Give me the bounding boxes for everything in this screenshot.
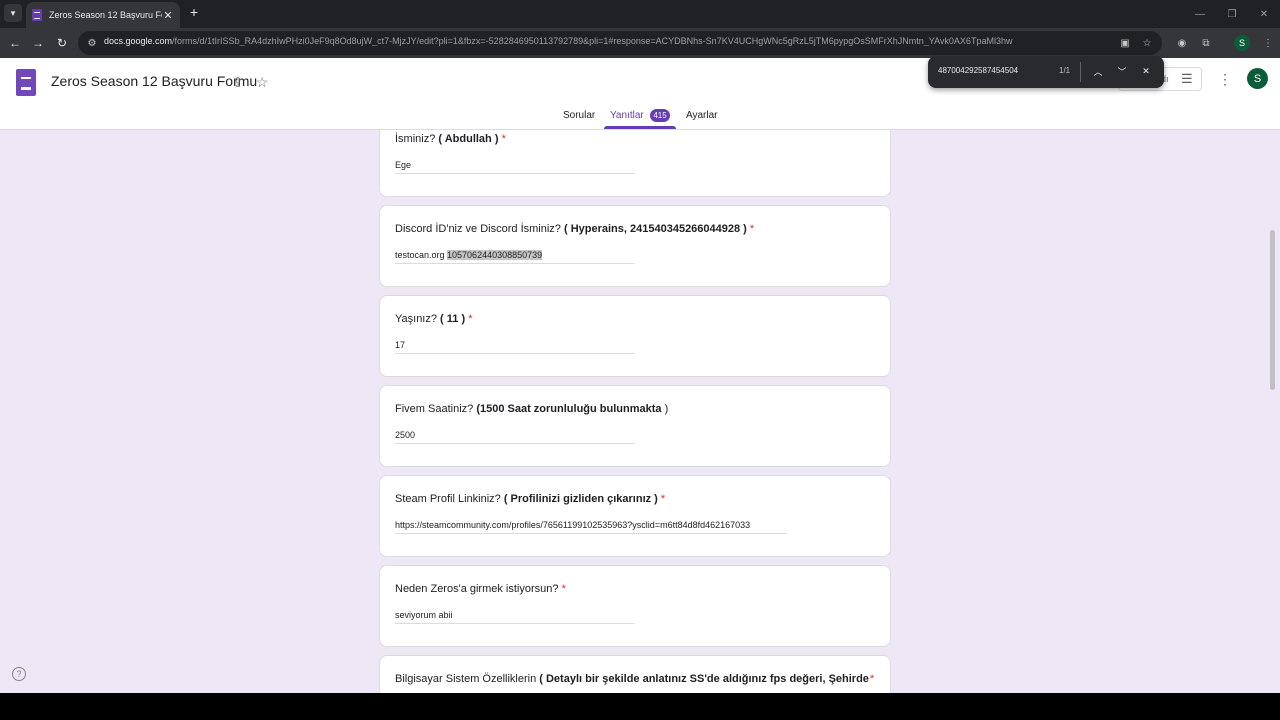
question-card: Neden Zeros'a girmek istiyorsun? * seviy… xyxy=(379,565,891,647)
answer-text: https://steamcommunity.com/profiles/7656… xyxy=(395,520,751,530)
question-label: Yaşınız? ( 11 ) * xyxy=(395,313,473,325)
forms-logo[interactable] xyxy=(16,69,36,96)
tab-title: Zeros Season 12 Başvuru Formu xyxy=(49,10,162,20)
question-label: Bilgisayar Sistem Özelliklerin ( Detaylı… xyxy=(395,673,869,685)
restore-icon[interactable]: ❐ xyxy=(1216,0,1248,28)
page-action-icon[interactable]: ▣ xyxy=(1118,36,1132,50)
avatar[interactable]: S xyxy=(1247,68,1268,89)
responses-area: İsminiz? ( Abdullah ) * Ege Discord İD'n… xyxy=(0,130,1280,693)
answer-text: seviyorum abii xyxy=(395,610,453,620)
question-label: Steam Profil Linkiniz? ( Profilinizi giz… xyxy=(395,493,666,505)
reload-icon[interactable]: ↻ xyxy=(53,34,71,52)
required-marker: * xyxy=(870,673,875,685)
puzzle-icon[interactable]: ⧉ xyxy=(1198,35,1214,51)
add-to-drive-icon[interactable]: ⇪ xyxy=(229,73,247,91)
answer-underline xyxy=(395,443,635,444)
tab-list-icon[interactable]: ▾ xyxy=(4,4,22,22)
browser-menu-icon[interactable]: ⋮ xyxy=(1260,35,1276,51)
responses-count-badge: 415 xyxy=(650,109,670,122)
find-count: 1/1 xyxy=(1059,66,1071,75)
question-card: Yaşınız? ( 11 ) * 17 xyxy=(379,295,891,377)
answer-underline xyxy=(395,533,787,534)
question-card: İsminiz? ( Abdullah ) * Ege xyxy=(379,130,891,197)
active-tab-indicator xyxy=(604,126,676,129)
question-label: Neden Zeros'a girmek istiyorsun? * xyxy=(395,583,566,595)
question-card: Steam Profil Linkiniz? ( Profilinizi giz… xyxy=(379,475,891,557)
close-icon[interactable]: ✕ xyxy=(162,9,174,22)
window-controls: — ❐ ✕ xyxy=(1184,0,1280,28)
bottom-black-bar xyxy=(0,693,1280,720)
browser-tab[interactable]: Zeros Season 12 Başvuru Formu ✕ xyxy=(26,2,180,28)
back-icon[interactable]: ← xyxy=(6,34,24,52)
screen: ▾ Zeros Season 12 Başvuru Formu ✕ + — ❐ … xyxy=(0,0,1280,720)
answer-underline xyxy=(395,173,635,174)
help-icon[interactable]: ? xyxy=(12,667,26,681)
forward-icon[interactable]: → xyxy=(29,34,47,52)
profile-avatar[interactable]: S xyxy=(1234,35,1250,51)
find-bar: 487004292587454504 1/1 ︿ ﹀ ✕ xyxy=(928,56,1164,88)
forms-favicon xyxy=(32,9,42,21)
chevron-down-icon[interactable]: ﹀ xyxy=(1115,64,1129,78)
question-label: Discord İD'niz ve Discord İsminiz? ( Hyp… xyxy=(395,223,755,235)
scrollbar[interactable] xyxy=(1270,230,1275,390)
tab-responses[interactable]: Yanıtlar xyxy=(610,110,644,121)
find-input[interactable]: 487004292587454504 xyxy=(938,66,1018,75)
answer-underline xyxy=(395,623,635,624)
browser-toolbar: ← → ↻ ⚙ docs.google.com/forms/d/1tIrISSb… xyxy=(0,28,1280,58)
find-divider xyxy=(1080,62,1081,82)
minimize-icon[interactable]: — xyxy=(1184,0,1216,28)
site-info-icon[interactable]: ⚙ xyxy=(86,37,98,49)
answer-text: 17 xyxy=(395,340,406,350)
star-icon[interactable]: ☆ xyxy=(253,73,271,91)
answer-text: 2500 xyxy=(395,430,416,440)
chevron-up-icon[interactable]: ︿ xyxy=(1091,64,1105,78)
question-label: Fivem Saatiniz? (1500 Saat zorunluluğu b… xyxy=(395,403,669,415)
extension-icon[interactable]: ◉ xyxy=(1174,35,1190,51)
form-tabs: Sorular Yanıtlar 415 Ayarlar xyxy=(0,100,1280,130)
tab-settings[interactable]: Ayarlar xyxy=(686,110,718,121)
url-text: docs.google.com/forms/d/1tIrISSb_RA4dzhI… xyxy=(104,36,1013,46)
question-card: Bilgisayar Sistem Özelliklerin ( Detaylı… xyxy=(379,655,891,693)
form-title[interactable]: Zeros Season 12 Başvuru Formu xyxy=(51,73,257,89)
find-highlight: 1057062440308850739 xyxy=(447,250,543,260)
question-label: İsminiz? ( Abdullah ) * xyxy=(395,133,506,145)
address-bar[interactable]: ⚙ docs.google.com/forms/d/1tIrISSb_RA4dz… xyxy=(78,31,1162,55)
answer-underline xyxy=(395,353,635,354)
tune-icon: ☰ xyxy=(1181,71,1193,86)
close-icon[interactable]: ✕ xyxy=(1139,64,1153,78)
answer-underline xyxy=(395,263,635,264)
bookmark-star-icon[interactable]: ☆ xyxy=(1140,36,1154,50)
answer-text: Ege xyxy=(395,160,412,170)
plus-icon[interactable]: + xyxy=(186,4,202,20)
window-close-icon[interactable]: ✕ xyxy=(1248,0,1280,28)
question-card: Discord İD'niz ve Discord İsminiz? ( Hyp… xyxy=(379,205,891,287)
question-card: Fivem Saatiniz? (1500 Saat zorunluluğu b… xyxy=(379,385,891,467)
browser-tabstrip: ▾ Zeros Season 12 Başvuru Formu ✕ + — ❐ … xyxy=(0,0,1280,28)
tab-questions[interactable]: Sorular xyxy=(563,110,595,121)
more-vert-icon[interactable]: ⋮ xyxy=(1218,71,1232,88)
answer-text: testocan.org 1057062440308850739 xyxy=(395,250,543,260)
